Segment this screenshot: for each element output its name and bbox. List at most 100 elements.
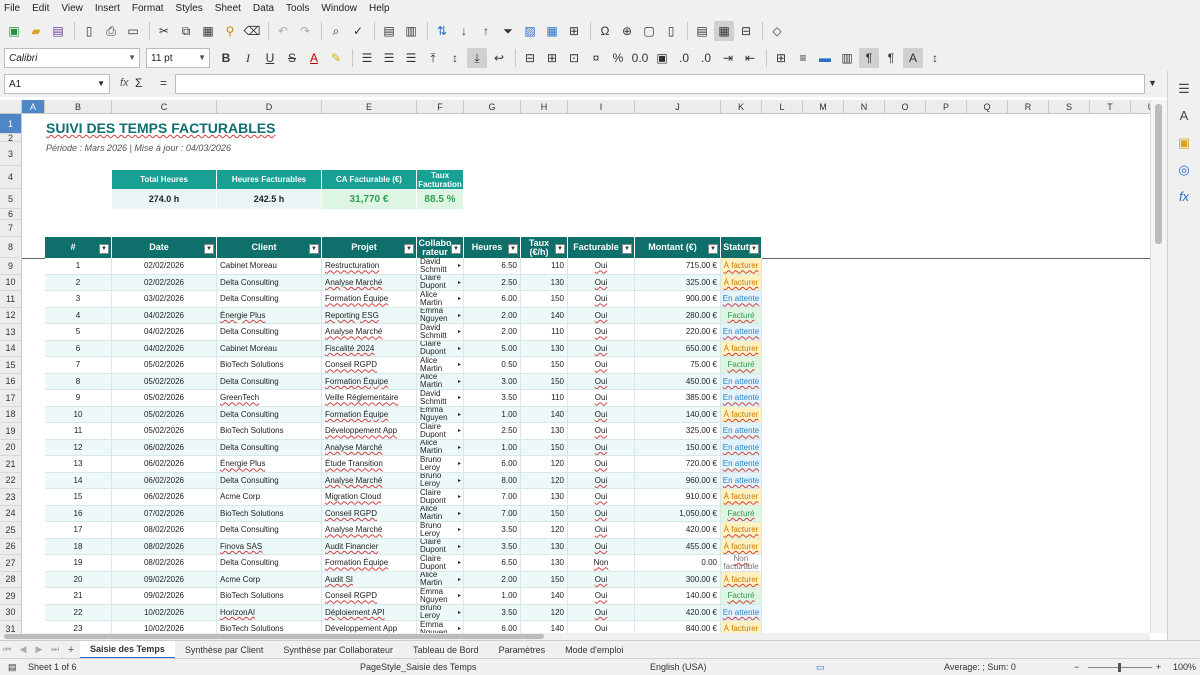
column-header-e[interactable]: E [322,100,417,114]
table-cell-date[interactable]: 06/02/2026 [112,472,217,489]
table-cell-statut[interactable]: Non facturable [721,555,762,572]
table-cell-num[interactable]: 19 [45,555,112,572]
row-header-18[interactable]: 18 [0,406,22,423]
table-cell-client[interactable]: Delta Consulting [217,291,322,308]
navigator-icon[interactable]: ◎ [1176,162,1192,178]
table-cell-client[interactable]: BioTech Solutions [217,588,322,605]
column-header-u[interactable]: U [1131,100,1150,114]
table-cell-facturable[interactable]: Oui [568,588,635,605]
table-cell-montant[interactable]: 325.00 € [635,423,721,440]
menu-view[interactable]: View [61,3,83,14]
row-header-17[interactable]: 17 [0,390,22,407]
table-cell-projet[interactable]: Analyse Marché [322,472,417,489]
dropdown-arrow-icon[interactable]: ▸ [458,262,461,270]
table-cell-num[interactable]: 13 [45,456,112,473]
dropdown-arrow-icon[interactable]: ▸ [458,625,461,633]
table-cell-statut[interactable]: À facturer [721,538,762,555]
dropdown-arrow-icon[interactable]: ▸ [458,411,461,419]
table-cell-facturable[interactable]: Oui [568,456,635,473]
table-cell-collaborateur[interactable]: Claire Dupont ▸ [417,423,464,440]
table-cell-statut[interactable]: En attente [721,423,762,440]
table-cell-facturable[interactable]: Oui [568,439,635,456]
table-cell-projet[interactable]: Conseil RGPD [322,505,417,522]
table-cell-facturable[interactable]: Oui [568,621,635,633]
table-cell-client[interactable]: BioTech Solutions [217,621,322,633]
merge-center-icon[interactable]: ⊟ [520,48,540,68]
table-cell-num[interactable]: 3 [45,291,112,308]
table-cell-client[interactable]: Acme Corp [217,489,322,506]
border-color-icon[interactable]: ▬ [815,48,835,68]
table-cell-heures[interactable]: 3.50 [464,538,521,555]
dropdown-arrow-icon[interactable]: ▸ [458,493,461,501]
table-cell-heures[interactable]: 3.00 [464,373,521,390]
table-cell-statut[interactable]: En attente [721,439,762,456]
table-cell-client[interactable]: Acme Corp [217,571,322,588]
tab-parametres[interactable]: Paramètres [489,641,556,659]
filter-dropdown-icon[interactable]: ▼ [622,244,632,254]
wrap-text-icon[interactable]: ↩ [489,48,509,68]
row-header-27[interactable]: 27 [0,555,22,572]
table-cell-facturable[interactable]: Oui [568,522,635,539]
table-cell-projet[interactable]: Déploiement API [322,604,417,621]
table-cell-collaborateur[interactable]: Claire Dupont ▸ [417,340,464,357]
table-cell-num[interactable]: 23 [45,621,112,633]
table-cell-heures[interactable]: 3.50 [464,604,521,621]
column-header-h[interactable]: H [521,100,568,114]
row-header-13[interactable]: 13 [0,324,22,341]
table-cell-facturable[interactable]: Non [568,555,635,572]
table-cell-projet[interactable]: Étude Transition [322,456,417,473]
table-cell-montant[interactable]: 420.00 € [635,604,721,621]
table-cell-heures[interactable]: 8.00 [464,472,521,489]
table-cell-collaborateur[interactable]: Alice Martin ▸ [417,357,464,374]
table-cell-statut[interactable]: À facturer [721,258,762,275]
table-cell-projet[interactable]: Développement App [322,423,417,440]
table-cell-taux[interactable]: 130 [521,555,568,572]
table-cell-date[interactable]: 09/02/2026 [112,571,217,588]
dropdown-arrow-icon[interactable]: ▸ [458,460,461,468]
table-cell-projet[interactable]: Formation Équipe [322,555,417,572]
column-header-r[interactable]: R [1008,100,1049,114]
table-cell-facturable[interactable]: Oui [568,423,635,440]
table-cell-projet[interactable]: Formation Équipe [322,291,417,308]
row-header-23[interactable]: 23 [0,489,22,506]
table-cell-client[interactable]: Delta Consulting [217,439,322,456]
zoom-out-icon[interactable]: − [1074,662,1079,672]
special-character-icon[interactable]: Ω [595,21,615,41]
table-cell-taux[interactable]: 120 [521,604,568,621]
table-cell-collaborateur[interactable]: Claire Dupont ▸ [417,489,464,506]
corner-select-all[interactable] [0,100,22,114]
zoom-in-icon[interactable]: + [1156,662,1161,672]
freeze-rows-columns-icon[interactable]: ▦ [714,21,734,41]
table-cell-date[interactable]: 10/02/2026 [112,621,217,633]
table-cell-projet[interactable]: Migration Cloud [322,489,417,506]
add-sheet-icon[interactable]: + [64,640,78,660]
table-cell-client[interactable]: BioTech Solutions [217,505,322,522]
filter-dropdown-icon[interactable]: ▼ [99,244,109,254]
open-icon[interactable]: ▰ [26,21,46,41]
underline-icon[interactable]: U [260,48,280,68]
dropdown-arrow-icon[interactable]: ▸ [458,378,461,386]
column-header-k[interactable]: K [721,100,762,114]
table-cell-facturable[interactable]: Oui [568,571,635,588]
autofilter-icon[interactable]: ⏷ [498,21,518,41]
table-cell-taux[interactable]: 110 [521,258,568,275]
menu-window[interactable]: Window [321,3,357,14]
table-cell-collaborateur[interactable]: Alice Martin ▸ [417,439,464,456]
filter-dropdown-icon[interactable]: ▼ [451,244,461,254]
table-cell-date[interactable]: 06/02/2026 [112,439,217,456]
table-cell-heures[interactable]: 2.50 [464,423,521,440]
table-cell-num[interactable]: 7 [45,357,112,374]
ltr-icon[interactable]: ¶ [859,48,879,68]
table-cell-heures[interactable]: 6.00 [464,456,521,473]
row-header-16[interactable]: 16 [0,373,22,390]
row-header-9[interactable]: 9 [0,258,22,275]
table-cell-facturable[interactable]: Oui [568,406,635,423]
dropdown-arrow-icon[interactable]: ▸ [458,543,461,551]
row-header-7[interactable]: 7 [0,220,22,237]
menu-edit[interactable]: Edit [32,3,49,14]
table-cell-heures[interactable]: 6.00 [464,621,521,633]
dropdown-arrow-icon[interactable]: ▸ [458,361,461,369]
table-cell-montant[interactable]: 140.00 € [635,406,721,423]
table-cell-num[interactable]: 11 [45,423,112,440]
find-replace-icon[interactable]: ⌕ [326,21,346,41]
